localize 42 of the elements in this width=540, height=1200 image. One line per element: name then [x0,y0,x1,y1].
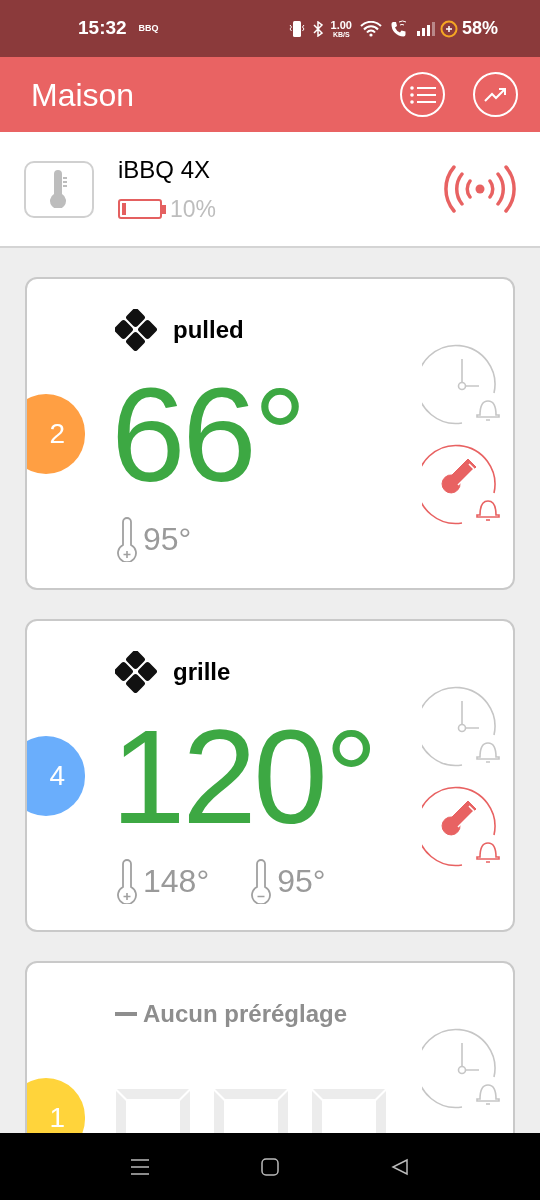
probe-temperature: 66° [111,368,304,502]
grid-diamond-icon [115,651,157,693]
vibrate-icon [288,19,305,38]
bluetooth-icon [312,20,323,37]
wifi-call-icon [389,19,408,38]
network-speed: 1.00 [330,19,352,31]
list-icon [409,85,436,104]
list-button[interactable] [400,72,445,117]
chart-button[interactable] [473,72,518,117]
probe-card[interactable]: 2 pulled 66° 95° [25,277,515,590]
preset-name: Aucun préréglage [143,999,348,1029]
thermometer-icon [48,170,70,208]
battery-percentage: 58% [461,17,498,40]
wifi-icon [359,20,382,37]
menu-icon [130,1157,150,1176]
probe-number-badge: 1 [27,1077,85,1133]
target-temperature: 148° [143,862,210,901]
preset-name: grille [173,657,231,687]
target-temperature: 95° [143,520,192,559]
probe-number-badge: 2 [27,393,85,474]
dash-icon [115,1012,137,1016]
home-icon [261,1157,279,1176]
target-temperature: 95° [277,862,326,901]
signal-icon [415,21,436,36]
notification-label: BBQ [138,21,159,35]
menu-button[interactable] [128,1156,152,1177]
probe-number-badge: 4 [27,735,85,816]
device-name: iBBQ 4X [118,154,212,185]
battery-saver-icon [439,19,458,38]
probe-temperature: 120° [111,710,375,844]
trend-icon [483,86,508,103]
thermometer-plus-icon [115,858,139,904]
home-button[interactable] [258,1156,282,1177]
grid-diamond-icon [115,309,157,351]
battery-reading: 10% [170,194,217,224]
thermometer-plus-icon [115,516,139,562]
probe-card[interactable]: 4 grille 120° 148° 95° [25,619,515,932]
preset-name: pulled [173,315,244,345]
thermometer-minus-icon [249,858,274,904]
status-time: 15:32 [78,16,127,41]
back-icon [391,1157,409,1176]
screen-title: Maison [31,75,136,115]
